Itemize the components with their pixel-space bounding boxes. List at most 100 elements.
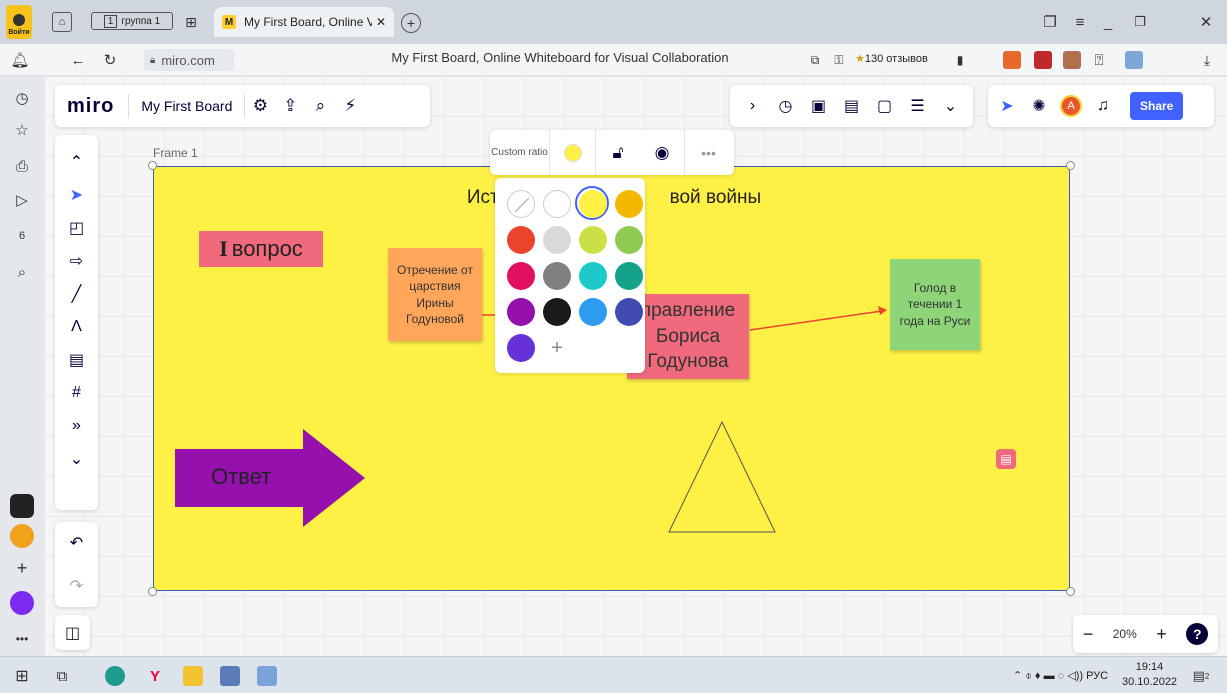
shape-arrow-icon[interactable]: ⇨ bbox=[65, 250, 89, 272]
zoom-out-icon[interactable]: − bbox=[1083, 624, 1094, 645]
board-name[interactable]: My First Board bbox=[128, 94, 246, 118]
reviews-link[interactable]: ★130 отзывов bbox=[855, 52, 928, 65]
copy-icon[interactable]: ⧉ bbox=[806, 51, 824, 69]
expand-icon[interactable]: ⌄ bbox=[65, 448, 89, 470]
color-swatch[interactable] bbox=[507, 334, 535, 362]
no-color-swatch[interactable] bbox=[507, 190, 535, 218]
undo-icon[interactable]: ↶ bbox=[65, 532, 89, 554]
card-icon[interactable]: ▤ bbox=[841, 96, 863, 116]
board-panel-icon[interactable]: ◫ bbox=[55, 615, 90, 650]
color-swatch[interactable] bbox=[543, 226, 571, 254]
search-icon[interactable]: ⌕ bbox=[305, 96, 335, 116]
more-tools-icon[interactable]: » bbox=[65, 415, 89, 437]
add-color-button[interactable]: + bbox=[543, 334, 571, 362]
explorer-icon[interactable] bbox=[183, 666, 203, 686]
task-view-icon[interactable]: ⧉ bbox=[52, 666, 72, 686]
new-tab-button[interactable]: + bbox=[401, 13, 421, 33]
add-app-icon[interactable]: + bbox=[10, 556, 34, 580]
screenshot-icon[interactable]: ⌕ bbox=[10, 260, 34, 284]
app-3-icon[interactable] bbox=[220, 666, 240, 686]
app-2-icon[interactable] bbox=[10, 524, 34, 548]
redo-icon[interactable]: ↷ bbox=[65, 575, 89, 597]
notes-icon[interactable]: ☰ bbox=[907, 96, 929, 116]
color-swatch[interactable] bbox=[507, 298, 535, 326]
yandex-icon[interactable]: Y bbox=[145, 666, 165, 686]
zoom-in-icon[interactable]: + bbox=[1156, 624, 1167, 645]
back-icon[interactable]: ← bbox=[68, 50, 88, 70]
connector-line[interactable] bbox=[749, 310, 883, 331]
settings-icon[interactable]: ⚙ bbox=[245, 96, 275, 116]
extension-icon[interactable] bbox=[1003, 51, 1021, 69]
color-swatch[interactable] bbox=[579, 298, 607, 326]
reload-icon[interactable]: ↻ bbox=[100, 50, 120, 70]
app-4-icon[interactable] bbox=[257, 666, 277, 686]
system-tray[interactable]: ⌃ ⌽ ♦ ▬ ◌ ◁)) РУС bbox=[1013, 669, 1108, 683]
favorites-icon[interactable]: ☆ bbox=[10, 118, 34, 142]
home-icon[interactable]: ⌂ bbox=[52, 12, 72, 32]
comment-marker-icon[interactable]: ▤ bbox=[996, 449, 1016, 469]
help-button[interactable]: ? bbox=[1186, 623, 1209, 645]
tab-active[interactable]: M My First Board, Online V ✕ bbox=[214, 7, 394, 37]
color-swatch[interactable] bbox=[615, 262, 643, 290]
color-swatch[interactable] bbox=[579, 226, 607, 254]
color-swatch[interactable] bbox=[615, 190, 643, 218]
triangle-shape[interactable] bbox=[667, 420, 777, 534]
collapse-icon[interactable]: ⌃ bbox=[65, 151, 89, 173]
select-tool-icon[interactable]: ➤ bbox=[65, 184, 89, 206]
share-button[interactable]: Share bbox=[1130, 92, 1184, 120]
miro-logo[interactable]: miro bbox=[67, 95, 114, 118]
history-icon[interactable]: ◷ bbox=[10, 86, 34, 110]
voting-icon[interactable]: ▣ bbox=[808, 96, 830, 116]
chevron-right-icon[interactable]: › bbox=[742, 97, 764, 115]
frame-label[interactable]: Frame 1 bbox=[153, 146, 198, 160]
bookmark-icon[interactable]: ▮ bbox=[952, 51, 968, 69]
login-button[interactable]: Войти bbox=[6, 5, 32, 39]
app-icon[interactable] bbox=[10, 494, 34, 518]
color-swatch[interactable] bbox=[579, 190, 607, 218]
sync-icon[interactable] bbox=[1125, 51, 1143, 69]
upload-icon[interactable]: ⇪ bbox=[275, 96, 305, 116]
menu-icon[interactable]: ≡ bbox=[1070, 12, 1090, 32]
minimize-icon[interactable]: _ bbox=[1098, 12, 1118, 32]
sticky-note-icon[interactable]: ◰ bbox=[65, 217, 89, 239]
collections-icon[interactable]: ⎙ bbox=[10, 154, 34, 178]
adblock-icon[interactable] bbox=[1034, 51, 1052, 69]
reactions-icon[interactable]: ✺ bbox=[1028, 96, 1050, 116]
avatar[interactable]: A bbox=[1060, 95, 1082, 117]
tab-group[interactable]: 1 группа 1 bbox=[91, 12, 173, 30]
color-swatch[interactable] bbox=[579, 262, 607, 290]
notifications-icon[interactable]: ♫ bbox=[1092, 97, 1114, 115]
line-icon[interactable]: ╱ bbox=[65, 283, 89, 305]
language-indicator[interactable]: РУС bbox=[1086, 670, 1108, 682]
custom-ratio-button[interactable]: Custom ratio bbox=[490, 130, 550, 175]
color-swatch[interactable] bbox=[507, 262, 535, 290]
more-options-icon[interactable]: ••• bbox=[684, 130, 732, 175]
url-field[interactable]: 🔒︎ miro.com bbox=[144, 49, 234, 71]
integrations-icon[interactable]: ⚡ bbox=[335, 96, 365, 116]
comment-icon[interactable]: ▤ bbox=[65, 349, 89, 371]
present-icon[interactable]: ▢ bbox=[874, 96, 896, 116]
color-swatch[interactable] bbox=[543, 190, 571, 218]
chevron-down-icon[interactable]: ⌄ bbox=[940, 96, 962, 116]
tabs-icon[interactable]: ❐ bbox=[1040, 12, 1060, 32]
download-icon[interactable]: ⤓ bbox=[1196, 49, 1218, 71]
timer-icon[interactable]: ◷ bbox=[775, 96, 797, 116]
cursor-icon[interactable]: ➤ bbox=[996, 96, 1018, 116]
clock[interactable]: 19:14 30.10.2022 bbox=[1122, 660, 1177, 690]
play-icon[interactable]: ▷ bbox=[10, 188, 34, 212]
visibility-icon[interactable]: ◉ bbox=[640, 143, 684, 163]
color-swatch[interactable] bbox=[615, 298, 643, 326]
more-icon[interactable]: ••• bbox=[10, 631, 34, 647]
frame-icon[interactable]: # bbox=[65, 382, 89, 404]
new-tab-group-icon[interactable]: ⊞ bbox=[180, 12, 202, 32]
color-swatch[interactable] bbox=[615, 226, 643, 254]
edge-icon[interactable] bbox=[105, 666, 125, 686]
close-window-icon[interactable]: ✕ bbox=[1196, 12, 1216, 32]
fill-color-button[interactable] bbox=[550, 130, 596, 175]
six-icon[interactable]: 6 bbox=[10, 224, 34, 248]
pen-icon[interactable]: Λ bbox=[65, 316, 89, 338]
bell-icon[interactable]: 🔔︎ bbox=[10, 50, 30, 70]
alice-icon[interactable] bbox=[10, 591, 34, 615]
start-icon[interactable]: ⊞ bbox=[12, 666, 32, 686]
color-swatch[interactable] bbox=[543, 262, 571, 290]
